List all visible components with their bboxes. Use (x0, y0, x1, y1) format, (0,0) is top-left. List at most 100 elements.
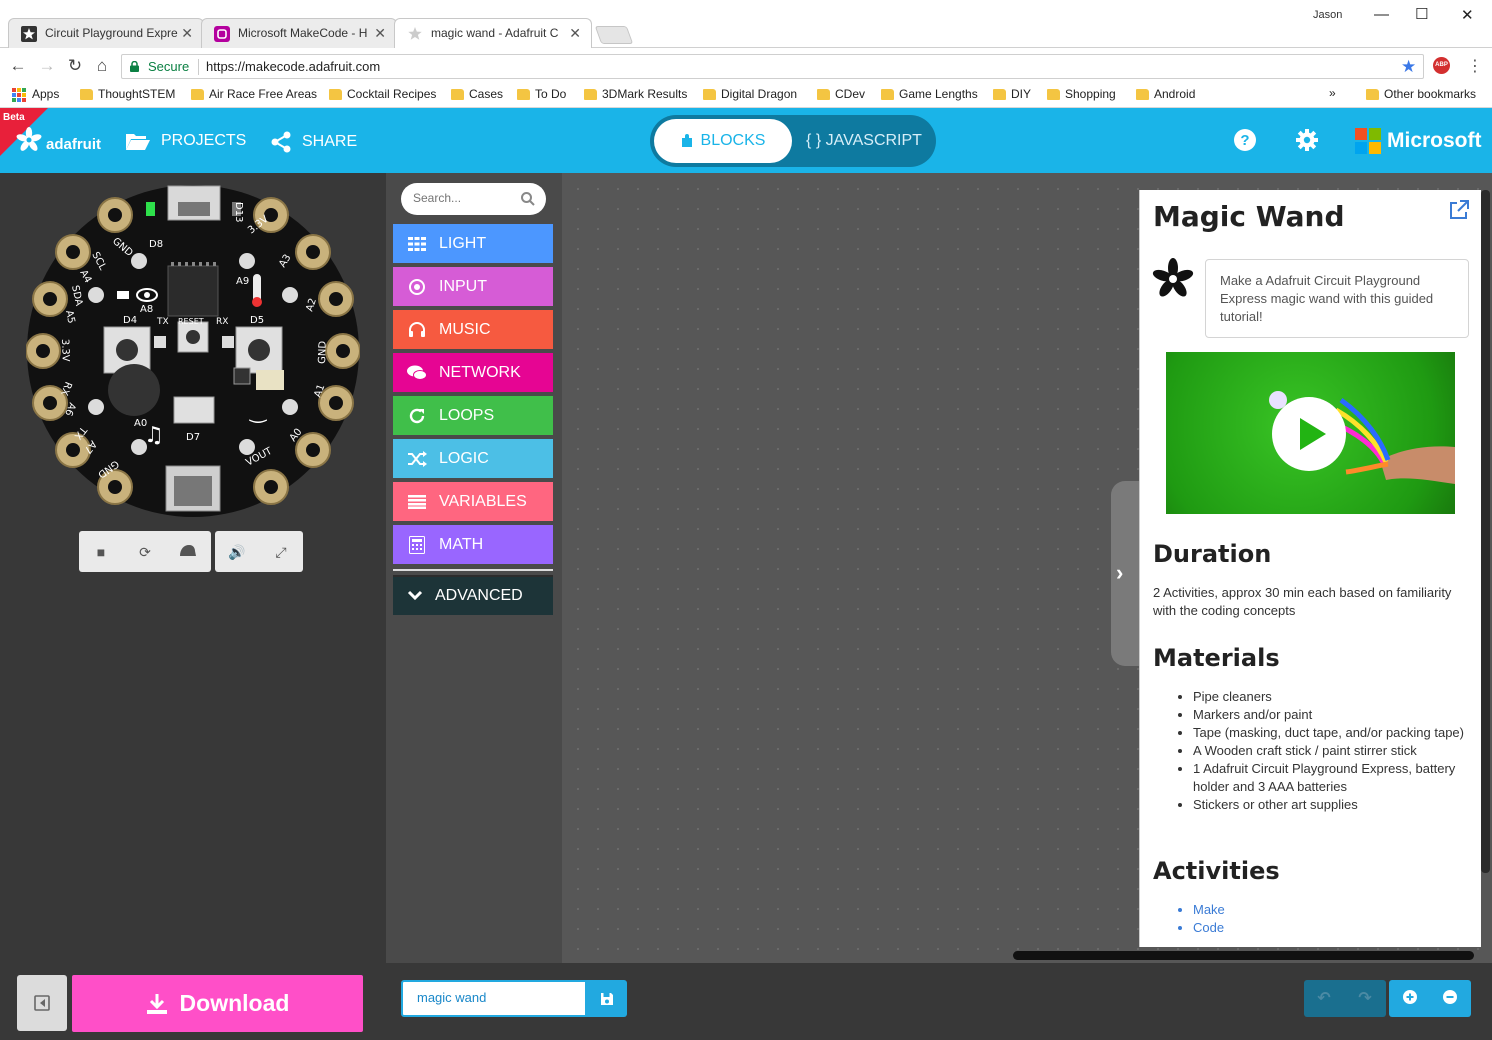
new-tab-button[interactable] (594, 26, 634, 44)
share-button[interactable]: SHARE (270, 131, 357, 153)
folder-open-icon (126, 134, 150, 150)
help-icon[interactable]: ? (1234, 129, 1256, 151)
bookmark-todo[interactable]: To Do (513, 87, 566, 101)
bookmark-diy[interactable]: DIY (989, 87, 1031, 101)
bookmarks-overflow[interactable]: » (1307, 86, 1336, 100)
bookmark-air-race[interactable]: Air Race Free Areas (187, 87, 317, 101)
mute-icon[interactable]: 🔊 (228, 543, 246, 561)
minimize-icon[interactable]: — (1374, 6, 1389, 23)
bookmark-other[interactable]: Other bookmarks (1362, 87, 1476, 101)
project-name-field[interactable] (401, 980, 587, 1017)
pin-label: D7 (186, 432, 200, 443)
pin-label: D5 (250, 315, 264, 326)
save-button[interactable] (587, 980, 627, 1017)
tutorial-scrollbar[interactable] (1481, 190, 1490, 873)
brand-name: adafruit (46, 135, 102, 153)
category-music[interactable]: MUSIC (393, 310, 553, 349)
folder-icon (881, 89, 894, 100)
bookmark-shopping[interactable]: Shopping (1043, 87, 1116, 101)
javascript-tab[interactable]: { } JAVASCRIPT (796, 119, 932, 163)
download-button[interactable]: Download (72, 975, 363, 1032)
bookmark-label: To Do (535, 87, 567, 101)
search-icon[interactable] (520, 191, 536, 207)
bookmark-apps[interactable]: Apps (10, 87, 59, 102)
materials-list: Pipe cleaners Markers and/or paint Tape … (1193, 688, 1475, 814)
bookmark-cdev[interactable]: CDev (813, 87, 865, 101)
profile-name[interactable]: Jason (1313, 9, 1342, 21)
tutorial-video[interactable] (1166, 352, 1455, 514)
menu-kebab-icon[interactable]: ⋮ (1467, 56, 1483, 76)
category-advanced[interactable]: ADVANCED (393, 575, 553, 615)
category-label: LOOPS (439, 406, 495, 424)
restart-icon[interactable]: ⟳ (136, 543, 154, 561)
tab-title: magic wand - Adafruit C (431, 26, 559, 40)
forward-icon[interactable]: → (37, 56, 57, 76)
bookmark-cases[interactable]: Cases (447, 87, 503, 101)
blocks-tab[interactable]: BLOCKS (654, 119, 792, 163)
external-link-icon[interactable] (1448, 199, 1470, 221)
shuffle-icon (407, 449, 427, 469)
category-light[interactable]: LIGHT (393, 224, 553, 263)
svg-text:♫: ♫ (144, 423, 164, 448)
reload-icon[interactable]: ↻ (65, 56, 85, 76)
category-loops[interactable]: LOOPS (393, 396, 553, 435)
list-item: A Wooden craft stick / paint stirrer sti… (1193, 742, 1475, 760)
slow-mo-icon[interactable] (179, 543, 197, 561)
fullscreen-icon[interactable]: ⤢ (272, 543, 290, 561)
tab-microsoft-makecode[interactable]: Microsoft MakeCode - H ✕ (201, 18, 397, 48)
undo-icon[interactable]: ↶ (1314, 989, 1334, 1009)
redo-icon[interactable]: ↷ (1355, 989, 1375, 1009)
category-logic[interactable]: LOGIC (393, 439, 553, 478)
bookmark-game-lengths[interactable]: Game Lengths (877, 87, 978, 101)
zoom-out-icon[interactable] (1440, 989, 1460, 1009)
microsoft-label: Microsoft (1387, 129, 1482, 152)
projects-button[interactable]: PROJECTS (125, 131, 246, 151)
adblock-extension-icon[interactable]: ABP (1433, 57, 1450, 74)
close-window-icon[interactable]: ✕ (1461, 6, 1474, 24)
category-label: LIGHT (439, 234, 487, 252)
back-icon[interactable]: ← (8, 56, 28, 76)
category-label: MATH (439, 535, 484, 553)
adafruit-logo[interactable]: adafruit (16, 127, 101, 153)
close-icon[interactable]: ✕ (374, 25, 386, 42)
toolbox-search[interactable] (401, 183, 546, 215)
tab-magic-wand[interactable]: magic wand - Adafruit C ✕ (394, 18, 592, 49)
folder-icon (80, 89, 93, 100)
project-name-input[interactable] (417, 990, 577, 1005)
microsoft-logo[interactable]: Microsoft (1355, 128, 1482, 154)
bookmark-cocktail[interactable]: Cocktail Recipes (325, 87, 436, 101)
category-math[interactable]: MATH (393, 525, 553, 564)
category-variables[interactable]: VARIABLES (393, 482, 553, 521)
maximize-icon[interactable]: ☐ (1415, 5, 1428, 23)
stop-icon[interactable]: ■ (92, 543, 110, 561)
activity-link-make[interactable]: Make (1193, 901, 1475, 919)
category-input[interactable]: INPUT (393, 267, 553, 306)
play-button[interactable] (1272, 397, 1346, 471)
zoom-in-icon[interactable] (1400, 989, 1420, 1009)
workspace-scrollbar[interactable] (1013, 951, 1474, 960)
zoom-group (1389, 980, 1471, 1017)
circuit-playground-board[interactable]: GND SCL A4 SDA A5 3.3V RX A6 TX A7 GND D… (26, 184, 360, 518)
collapse-simulator-button[interactable] (17, 975, 67, 1031)
collapse-left-icon (34, 995, 50, 1011)
tab-circuit-playground[interactable]: Circuit Playground Expre ✕ (8, 18, 204, 48)
gear-icon[interactable] (1296, 129, 1318, 151)
category-network[interactable]: NETWORK (393, 353, 553, 392)
bookmark-3dmark[interactable]: 3DMark Results (580, 87, 687, 101)
search-input[interactable] (413, 191, 513, 205)
beta-label: Beta (3, 112, 25, 123)
close-icon[interactable]: ✕ (569, 25, 581, 42)
home-icon[interactable]: ⌂ (92, 56, 112, 76)
chevron-right-icon[interactable]: › (1116, 560, 1123, 586)
bookmark-digital-dragon[interactable]: Digital Dragon (699, 87, 797, 101)
activity-link-code[interactable]: Code (1193, 919, 1475, 937)
close-icon[interactable]: ✕ (181, 25, 193, 42)
bookmark-star-icon[interactable]: ★ (1401, 57, 1416, 77)
javascript-label: { } JAVASCRIPT (806, 132, 922, 149)
bookmark-thoughtstem[interactable]: ThoughtSTEM (76, 87, 175, 101)
url-field[interactable]: Secure https://makecode.adafruit.com (121, 54, 1424, 79)
star-favicon-icon (407, 26, 423, 42)
bookmark-android[interactable]: Android (1132, 87, 1195, 101)
folder-icon (329, 89, 342, 100)
url-text: https://makecode.adafruit.com (206, 59, 381, 74)
